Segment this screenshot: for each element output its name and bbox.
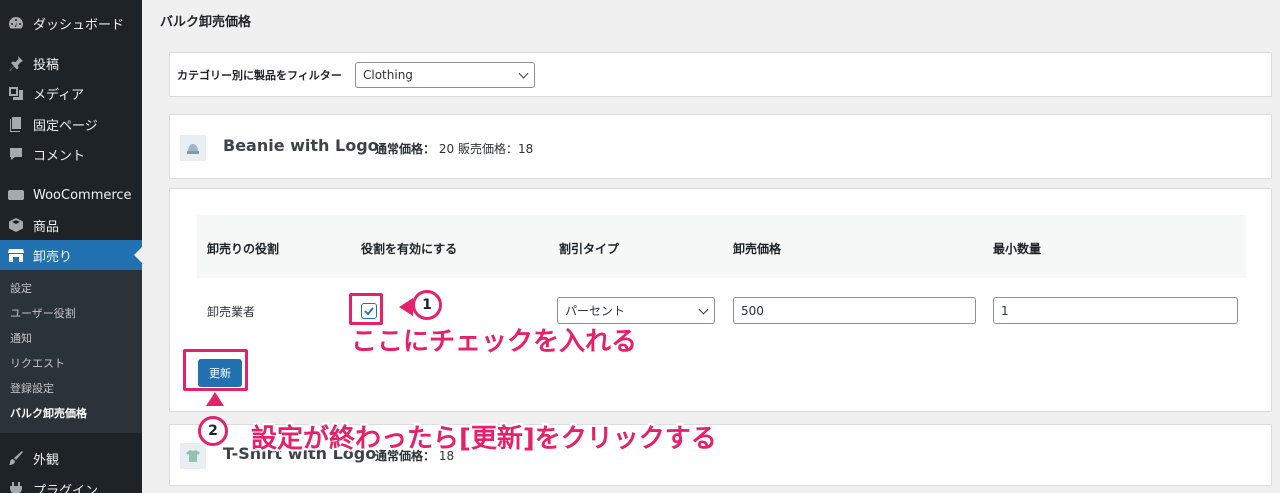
submenu-requests[interactable]: リクエスト	[10, 354, 65, 374]
submenu-registration[interactable]: 登録設定	[10, 379, 54, 399]
submenu-user-roles[interactable]: ユーザー役割	[10, 304, 76, 324]
callout-text-2: 設定が終わったら[更新]をクリックする	[251, 424, 717, 454]
role-name: 卸売業者	[207, 305, 256, 319]
menu-wholesale[interactable]: 卸売り	[0, 240, 142, 270]
page-icon	[8, 116, 24, 132]
pin-icon	[8, 55, 24, 71]
wholesale-details-panel: 卸売りの役割 役割を有効にする 割引タイプ 卸売価格 最小数量 卸売業者 パーセ…	[169, 188, 1272, 412]
min-qty-value: 1	[1001, 303, 1009, 318]
filter-label: カテゴリー別に製品をフィルター	[177, 69, 342, 82]
col-wholesale-price: 卸売価格	[733, 242, 782, 256]
menu-appearance[interactable]: 外観	[0, 443, 142, 473]
regular-price-value: 20	[438, 142, 455, 156]
discount-type-value: パーセント	[565, 304, 626, 318]
menu-label: WooCommerce	[33, 187, 132, 203]
col-role: 卸売りの役割	[207, 242, 280, 256]
wholesale-price-value: 500	[741, 303, 764, 318]
dashboard-icon	[8, 15, 24, 31]
menu-label: 投稿	[33, 57, 60, 73]
menu-label: ダッシュボード	[33, 17, 125, 33]
menu-products[interactable]: 商品	[0, 210, 142, 240]
media-icon	[8, 85, 24, 101]
beanie-icon	[187, 144, 199, 154]
menu-label: 固定ページ	[33, 118, 98, 134]
product-price-info: 通常価格： 20 販売価格：18	[375, 140, 533, 157]
col-enable-role: 役割を有効にする	[361, 242, 458, 256]
filter-panel: カテゴリー別に製品をフィルター Clothing	[169, 52, 1272, 97]
menu-plugins[interactable]: プラグイン	[0, 474, 142, 493]
store-icon	[8, 247, 24, 263]
min-qty-input[interactable]: 1	[993, 297, 1238, 324]
callout-text-1: ここにチェックを入れる	[351, 327, 638, 357]
regular-price-label: 通常価格：	[375, 142, 436, 156]
callout-pointer	[206, 392, 224, 406]
menu-media[interactable]: メディア	[0, 78, 142, 108]
chevron-down-icon	[518, 68, 529, 79]
menu-dashboard[interactable]: ダッシュボード	[0, 8, 142, 38]
page-title: バルク卸売価格	[160, 15, 252, 30]
highlight-update-button	[183, 349, 248, 391]
callout-number-2: 2	[198, 416, 228, 446]
tshirt-icon	[186, 450, 200, 462]
submenu-settings[interactable]: 設定	[10, 279, 32, 299]
menu-label: メディア	[33, 87, 85, 103]
woo-icon	[8, 187, 24, 203]
submenu-notifications[interactable]: 通知	[10, 329, 32, 349]
menu-label: 外観	[33, 452, 60, 468]
col-discount-type: 割引タイプ	[559, 242, 620, 256]
col-min-qty: 最小数量	[993, 242, 1042, 256]
chevron-down-icon	[698, 304, 709, 315]
submenu-bulk-price[interactable]: バルク卸売価格	[10, 404, 87, 424]
brush-icon	[8, 450, 24, 466]
sale-price-value: 18	[517, 142, 534, 156]
menu-label: 商品	[33, 219, 60, 235]
discount-type-select[interactable]: パーセント	[557, 297, 715, 324]
product-header-beanie[interactable]: Beanie with Logo 通常価格： 20 販売価格：18	[169, 114, 1272, 179]
table-header-row: 卸売りの役割 役割を有効にする 割引タイプ 卸売価格 最小数量	[197, 215, 1246, 278]
product-icon	[8, 217, 24, 233]
menu-woocommerce[interactable]: WooCommerce	[0, 180, 142, 210]
wholesale-price-input[interactable]: 500	[733, 297, 976, 324]
product-thumbnail	[180, 135, 206, 161]
menu-label: 卸売り	[33, 249, 73, 265]
menu-label: コメント	[33, 148, 86, 164]
admin-sidebar: ダッシュボード 投稿 メディア 固定ページ コメント WooCommerce 商…	[0, 0, 142, 493]
category-filter-select[interactable]: Clothing	[355, 62, 535, 88]
menu-comments[interactable]: コメント	[0, 139, 142, 169]
product-name: Beanie with Logo	[223, 136, 379, 155]
sale-price-label: 販売価格：	[457, 142, 518, 156]
product-thumbnail	[180, 443, 206, 469]
menu-label: プラグイン	[33, 483, 99, 493]
menu-posts[interactable]: 投稿	[0, 48, 142, 78]
menu-pages[interactable]: 固定ページ	[0, 109, 142, 139]
plugin-icon	[8, 481, 24, 493]
wholesale-submenu: 設定 ユーザー役割 通知 リクエスト 登録設定 バルク卸売価格	[0, 270, 142, 433]
callout-pointer	[399, 298, 413, 316]
category-select-value: Clothing	[363, 68, 413, 82]
callout-number-1: 1	[412, 290, 442, 320]
comment-icon	[8, 146, 24, 162]
